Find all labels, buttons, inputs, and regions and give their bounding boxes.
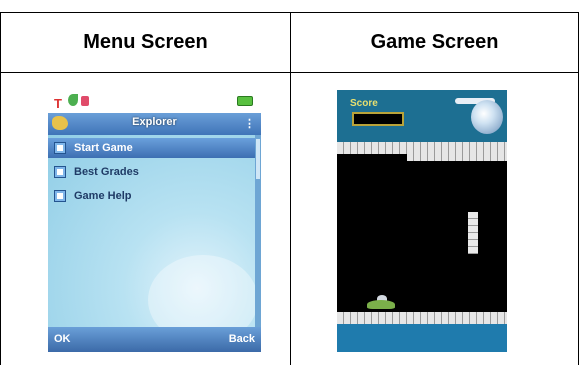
menu-item-label: Best Grades bbox=[74, 166, 139, 178]
menu-item-label: Start Game bbox=[74, 142, 133, 154]
menu-scrollbar[interactable] bbox=[255, 135, 261, 327]
scrollbar-thumb[interactable] bbox=[256, 139, 260, 179]
softkey-right[interactable]: Back bbox=[229, 333, 255, 345]
header-game-screen: Game Screen bbox=[370, 30, 499, 53]
score-label: Score bbox=[350, 98, 378, 109]
water-strip bbox=[337, 324, 507, 352]
menu-screen-image: T Explorer ⋮ Start Game Best Grades Game… bbox=[48, 90, 261, 352]
battery-icon bbox=[237, 96, 253, 106]
softkey-bar: OK Back bbox=[48, 327, 261, 352]
score-box bbox=[352, 112, 404, 126]
game-screen-image: Score bbox=[337, 90, 507, 352]
menu-item-icon bbox=[54, 190, 66, 202]
menu-item-label: Game Help bbox=[74, 190, 132, 202]
signal-icon: T bbox=[54, 96, 62, 111]
menu-item-best-grades[interactable]: Best Grades bbox=[48, 162, 255, 182]
game-hud: Score bbox=[337, 90, 507, 142]
cave-area bbox=[337, 142, 507, 325]
leaf-icon bbox=[68, 94, 78, 106]
menu-item-icon bbox=[54, 166, 66, 178]
more-icon: ⋮ bbox=[244, 118, 255, 130]
menu-item-icon bbox=[54, 142, 66, 154]
message-icon bbox=[81, 96, 89, 106]
header-menu-screen: Menu Screen bbox=[83, 30, 208, 53]
brick-floor bbox=[337, 312, 507, 324]
brick-ledge bbox=[407, 153, 507, 161]
balloon-icon bbox=[471, 100, 503, 134]
menu-item-game-help[interactable]: Game Help bbox=[48, 186, 255, 206]
menu-body: Start Game Best Grades Game Help bbox=[48, 135, 261, 345]
menu-title: Explorer bbox=[132, 116, 177, 128]
menu-item-start-game[interactable]: Start Game bbox=[48, 138, 255, 158]
player-ship-icon bbox=[367, 300, 395, 309]
menu-title-bar: Explorer ⋮ bbox=[48, 113, 261, 135]
brick-pillar bbox=[468, 212, 478, 254]
softkey-left[interactable]: OK bbox=[54, 333, 71, 345]
